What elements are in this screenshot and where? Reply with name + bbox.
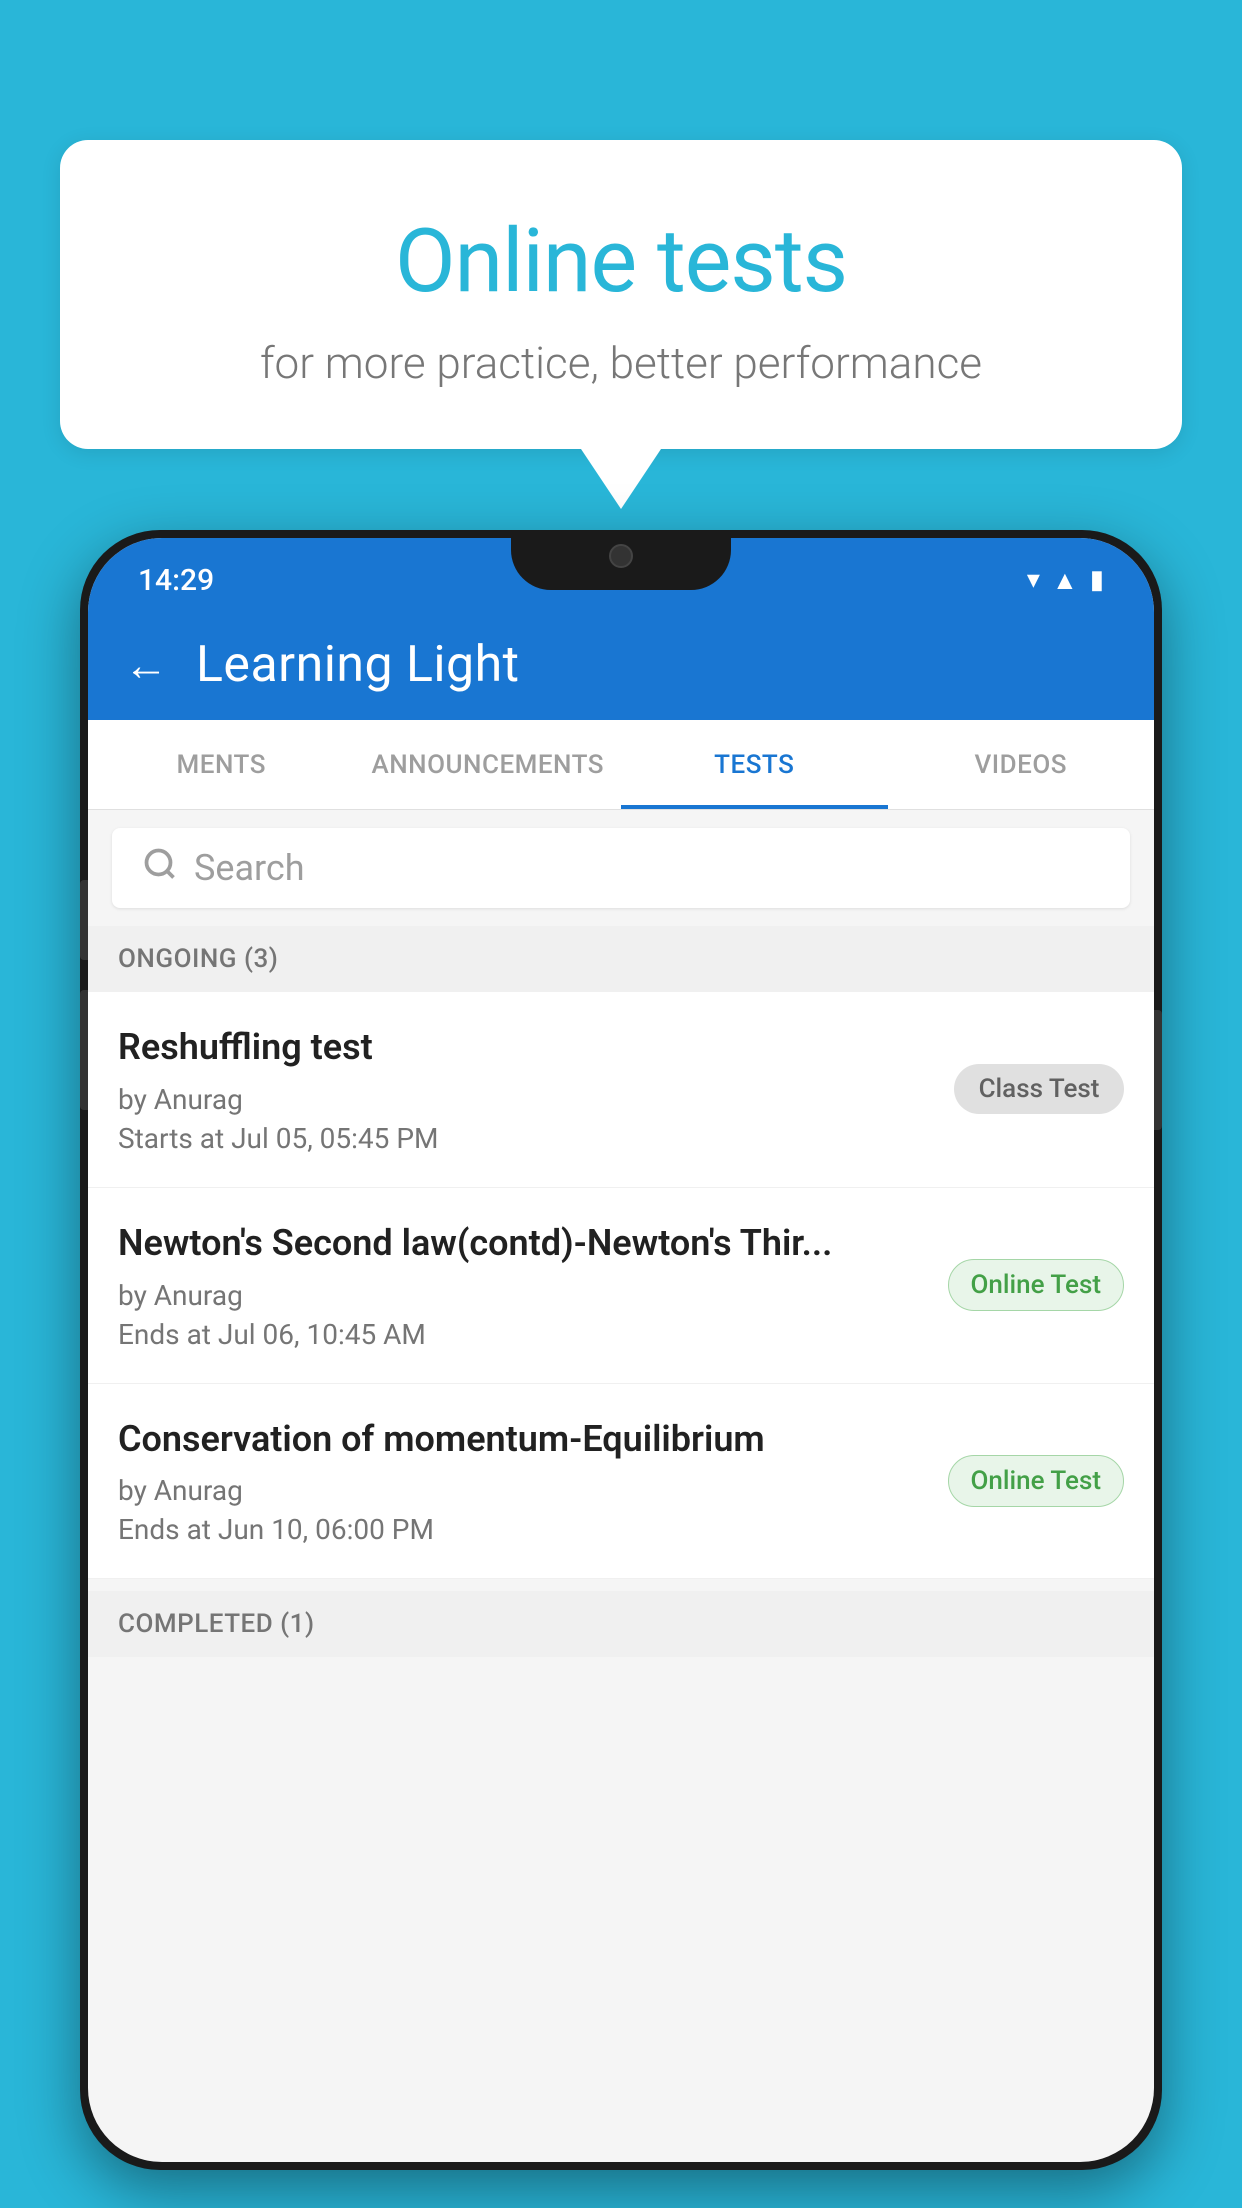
bubble-subtitle: for more practice, better performance (140, 337, 1102, 389)
bubble-pointer (581, 449, 661, 509)
speech-bubble: Online tests for more practice, better p… (60, 140, 1182, 449)
test-name: Newton's Second law(contd)-Newton's Thir… (118, 1220, 928, 1267)
search-input[interactable]: Search (194, 847, 305, 889)
test-info: Reshuffling test by Anurag Starts at Jul… (118, 1024, 934, 1155)
test-time: Ends at Jul 06, 10:45 AM (118, 1318, 928, 1351)
battery-icon: ▮ (1090, 565, 1104, 595)
test-list: Reshuffling test by Anurag Starts at Jul… (88, 992, 1154, 1579)
test-name: Reshuffling test (118, 1024, 934, 1071)
tabs-bar: MENTS ANNOUNCEMENTS TESTS VIDEOS (88, 720, 1154, 810)
tab-videos[interactable]: VIDEOS (888, 720, 1155, 809)
search-icon (142, 846, 178, 891)
test-time: Ends at Jun 10, 06:00 PM (118, 1513, 928, 1546)
test-author: by Anurag (118, 1279, 928, 1312)
test-item[interactable]: Newton's Second law(contd)-Newton's Thir… (88, 1188, 1154, 1384)
test-badge-online-2: Online Test (948, 1455, 1125, 1507)
phone-notch (511, 530, 731, 590)
tab-tests[interactable]: TESTS (621, 720, 888, 809)
test-info: Newton's Second law(contd)-Newton's Thir… (118, 1220, 928, 1351)
phone-frame: 14:29 ▾ ▲ ▮ ← Learning Light MENTS ANNOU… (80, 530, 1162, 2170)
phone-camera (609, 544, 633, 568)
search-container: Search (88, 810, 1154, 926)
app-bar: ← Learning Light (88, 610, 1154, 720)
app-title: Learning Light (196, 636, 520, 694)
status-icons: ▾ ▲ ▮ (1027, 565, 1104, 596)
back-button[interactable]: ← (124, 639, 168, 691)
tab-ments[interactable]: MENTS (88, 720, 355, 809)
test-author: by Anurag (118, 1474, 928, 1507)
ongoing-section-header: ONGOING (3) (88, 926, 1154, 992)
search-box[interactable]: Search (112, 828, 1130, 908)
test-name: Conservation of momentum-Equilibrium (118, 1416, 928, 1463)
test-badge-class: Class Test (954, 1064, 1124, 1114)
completed-section-header: COMPLETED (1) (88, 1591, 1154, 1657)
test-time: Starts at Jul 05, 05:45 PM (118, 1122, 934, 1155)
test-item[interactable]: Reshuffling test by Anurag Starts at Jul… (88, 992, 1154, 1188)
phone-screen: 14:29 ▾ ▲ ▮ ← Learning Light MENTS ANNOU… (88, 538, 1154, 2162)
test-info: Conservation of momentum-Equilibrium by … (118, 1416, 928, 1547)
speech-bubble-container: Online tests for more practice, better p… (60, 140, 1182, 509)
phone-container: 14:29 ▾ ▲ ▮ ← Learning Light MENTS ANNOU… (80, 530, 1162, 2208)
test-badge-online: Online Test (948, 1259, 1125, 1311)
test-item[interactable]: Conservation of momentum-Equilibrium by … (88, 1384, 1154, 1580)
test-author: by Anurag (118, 1083, 934, 1116)
status-time: 14:29 (138, 563, 214, 598)
bubble-title: Online tests (140, 210, 1102, 313)
signal-icon: ▲ (1052, 565, 1078, 596)
tab-announcements[interactable]: ANNOUNCEMENTS (355, 720, 622, 809)
wifi-icon: ▾ (1027, 565, 1040, 595)
